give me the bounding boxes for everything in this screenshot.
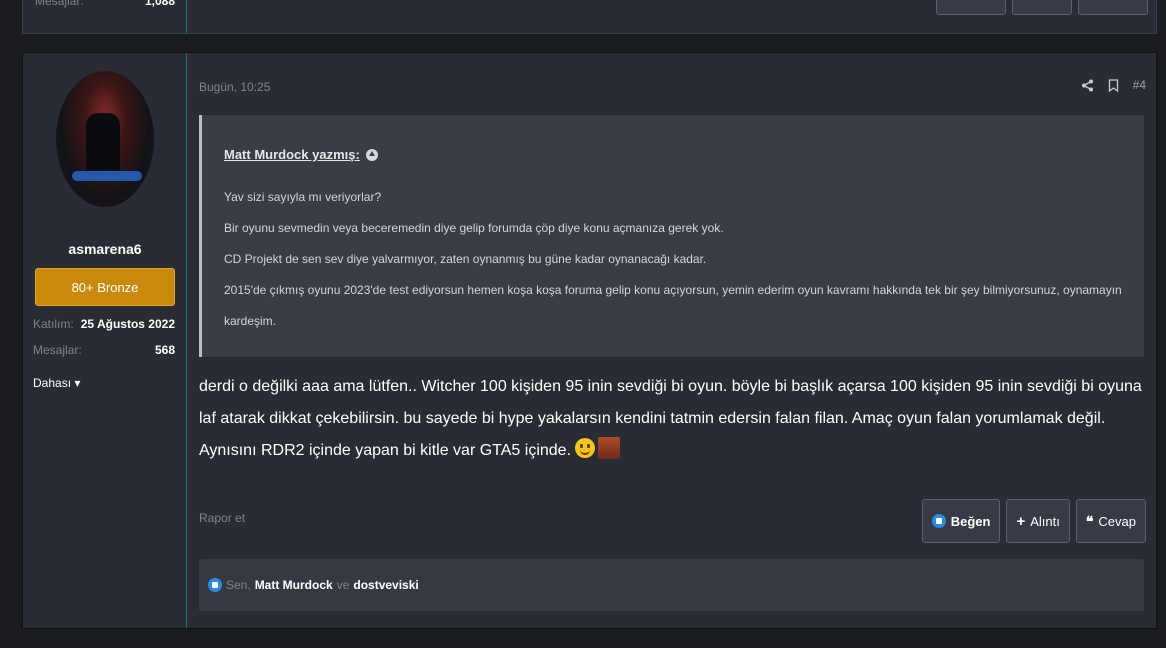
reaction-image-icon — [598, 437, 621, 459]
like-button[interactable]: Beğen — [921, 499, 1001, 543]
avatar-figure — [86, 113, 120, 173]
post-number[interactable]: #4 — [1133, 78, 1146, 92]
post-date[interactable]: Bugün, 10:25 — [199, 80, 270, 94]
thumbs-up-icon — [208, 578, 222, 592]
joined-label: Katılım: — [33, 317, 74, 331]
previous-reply-button[interactable] — [1078, 0, 1148, 15]
reaction-user-link[interactable]: Matt Murdock — [255, 578, 333, 592]
previous-like-button[interactable] — [936, 0, 1006, 15]
avatar-glow — [72, 171, 142, 181]
more-dropdown[interactable]: Dahası ▾ — [33, 376, 80, 390]
quote-line: kardeşim. — [224, 314, 277, 328]
previous-post: Mesajlar: 1,088 — [22, 0, 1157, 34]
quote-line: CD Projekt de sen sev diye yalvarmıyor, … — [224, 252, 707, 266]
share-icon[interactable] — [1081, 79, 1094, 92]
reactions-bar: Sen, Matt Murdock ve dostveviski — [199, 559, 1144, 611]
plus-icon: + — [1016, 512, 1026, 530]
post-content: Bugün, 10:25 #4 Matt Murdock yazmış: Yav… — [199, 53, 1146, 628]
quote-button[interactable]: + Alıntı — [1006, 499, 1070, 543]
report-link[interactable]: Rapor et — [199, 511, 245, 525]
previous-post-user-column: Mesajlar: 1,088 — [23, 0, 187, 33]
reaction-user-link[interactable]: dostveviski — [353, 578, 418, 592]
joined-stat: Katılım: 25 Ağustos 2022 — [33, 317, 175, 331]
post-actions: Beğen + Alıntı ❝ Cevap — [921, 499, 1146, 543]
reactions-joiner: ve — [336, 578, 350, 592]
arrow-up-icon[interactable] — [365, 148, 378, 161]
quote-line: Bir oyunu sevmedin veya beceremedin diye… — [224, 221, 724, 235]
messages-value: 568 — [154, 343, 175, 357]
previous-post-actions — [936, 0, 1148, 15]
quote-line: Yav sizi sayıyla mı veriyorlar? — [224, 190, 382, 204]
messages-label: Mesajlar: — [33, 343, 82, 357]
quote-line: 2015'de çıkmış oyunu 2023'de test ediyor… — [224, 283, 1122, 297]
quote-block: Matt Murdock yazmış: Yav sizi sayıyla mı… — [199, 115, 1144, 357]
reply-button[interactable]: ❝ Cevap — [1075, 499, 1146, 543]
quote-author[interactable]: Matt Murdock yazmış: — [224, 147, 378, 162]
avatar[interactable] — [56, 71, 154, 207]
forum-post: asmarena6 80+ Bronze Katılım: 25 Ağustos… — [22, 52, 1157, 629]
username[interactable]: asmarena6 — [23, 241, 187, 257]
quote-mark-icon: ❝ — [1085, 512, 1094, 529]
thumbs-up-icon — [931, 514, 946, 528]
post-tools: #4 — [1081, 78, 1146, 92]
bookmark-icon[interactable] — [1108, 78, 1119, 92]
stat-value: 1,088 — [144, 0, 175, 8]
post-body-text: derdi o değilki aaa ama lütfen.. Witcher… — [199, 378, 1142, 459]
like-label: Beğen — [950, 513, 991, 529]
post-body: derdi o değilki aaa ama lütfen.. Witcher… — [199, 371, 1144, 467]
user-column: asmarena6 80+ Bronze Katılım: 25 Ağustos… — [23, 53, 187, 628]
reactions-prefix: Sen, — [226, 578, 251, 592]
messages-stat: Mesajlar: 568 — [33, 343, 175, 357]
previous-post-messages-stat: Mesajlar: 1,088 — [35, 0, 175, 8]
quote-author-label: Matt Murdock yazmış: — [224, 147, 360, 162]
stat-label: Mesajlar: — [35, 0, 84, 8]
joined-value: 25 Ağustos 2022 — [80, 317, 175, 331]
reply-label: Cevap — [1098, 513, 1136, 529]
quote-label: Alıntı — [1030, 513, 1060, 529]
rank-badge: 80+ Bronze — [35, 268, 175, 306]
previous-quote-button[interactable] — [1012, 0, 1072, 15]
smile-emoji-icon — [575, 438, 596, 458]
